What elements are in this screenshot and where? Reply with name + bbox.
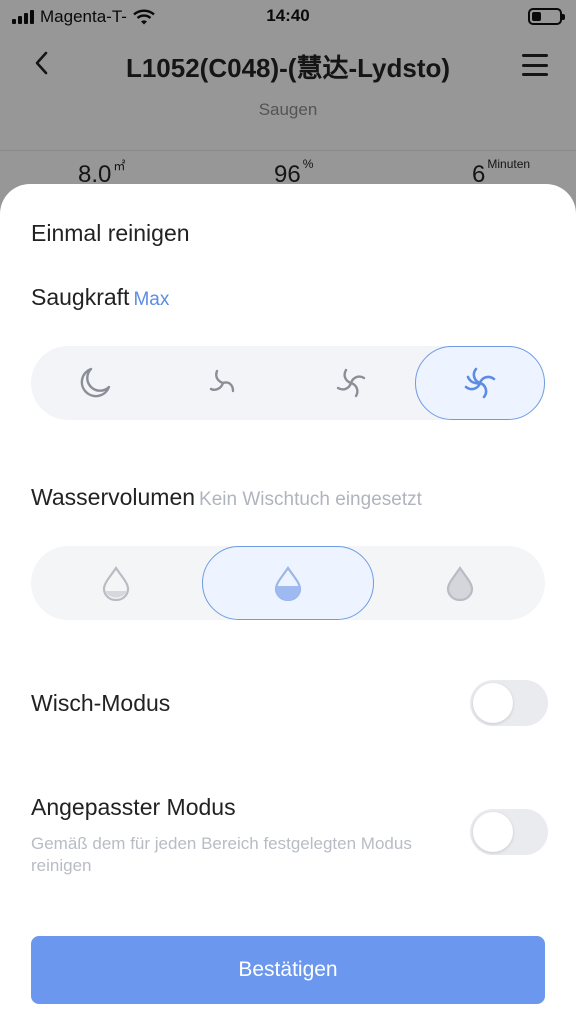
custom-mode-toggle[interactable]: [470, 809, 548, 855]
suction-option-standard[interactable]: [159, 346, 287, 420]
custom-mode-label: Angepasster Modus: [31, 794, 236, 820]
suction-label: Saugkraft: [31, 284, 130, 310]
moon-icon: [80, 367, 111, 398]
fan-mid-icon: [336, 368, 366, 398]
water-option-low[interactable]: [31, 546, 202, 620]
fan-max-icon: [464, 367, 496, 399]
water-hint: Kein Wischtuch eingesetzt: [199, 489, 422, 510]
suction-selector: [31, 346, 545, 420]
drop-low-icon: [103, 566, 130, 601]
drop-mid-icon: [274, 566, 302, 601]
water-label: Wasservolumen: [31, 484, 196, 510]
water-selector: [31, 546, 545, 620]
sheet-title: Einmal reinigen: [31, 220, 190, 246]
water-option-medium[interactable]: [201, 546, 375, 620]
mop-mode-toggle[interactable]: [470, 680, 548, 726]
custom-mode-row: Angepasster Modus Gemäß dem für jeden Be…: [31, 794, 548, 884]
suction-option-max[interactable]: [415, 346, 545, 420]
drop-high-icon: [446, 566, 473, 601]
custom-mode-description: Gemäß dem für jeden Bereich festgelegten…: [31, 834, 412, 875]
suction-value: Max: [133, 289, 170, 310]
confirm-button[interactable]: Bestätigen: [31, 936, 545, 1004]
clean-once-sheet: Einmal reinigen Saugkraft Max Wasservolu…: [0, 184, 576, 1024]
mop-mode-label: Wisch-Modus: [31, 690, 171, 716]
water-option-high[interactable]: [374, 546, 545, 620]
fan-low-icon: [209, 369, 235, 393]
water-label-row: Wasservolumen Kein Wischtuch eingesetzt: [31, 484, 422, 511]
suction-option-quiet[interactable]: [31, 346, 159, 420]
suction-option-strong[interactable]: [287, 346, 415, 420]
mop-mode-row: Wisch-Modus: [31, 680, 548, 726]
suction-label-row: Saugkraft Max: [31, 284, 169, 311]
